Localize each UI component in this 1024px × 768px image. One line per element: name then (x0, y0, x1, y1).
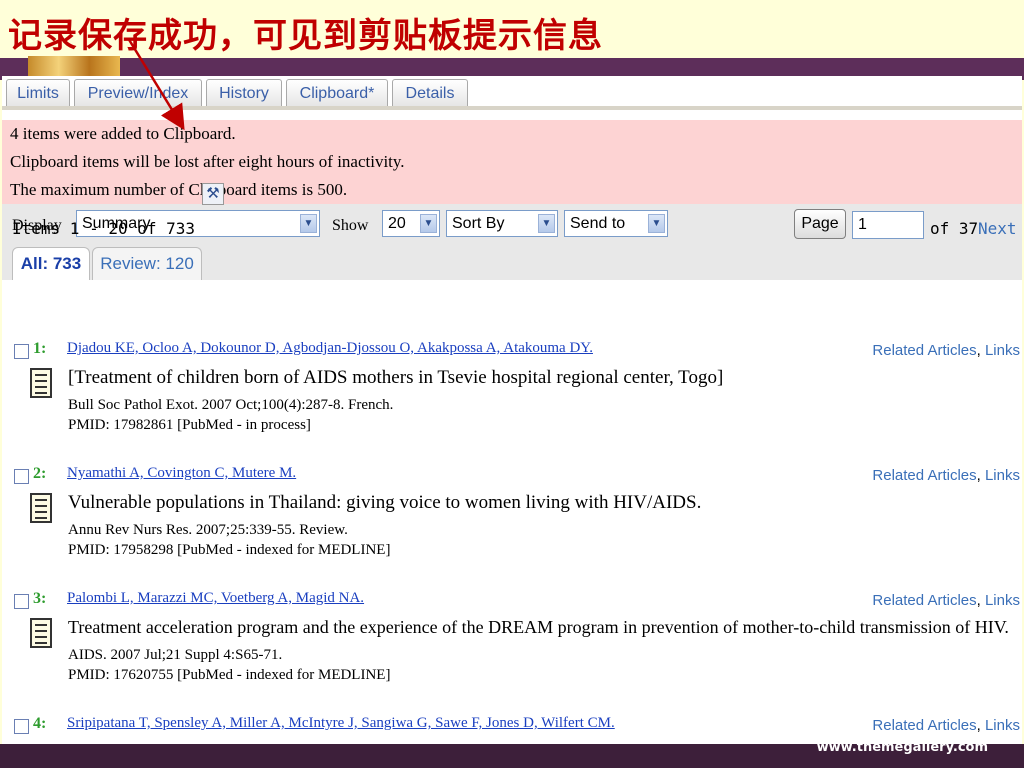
sort-by-select[interactable]: Sort By ▼ (446, 210, 558, 237)
record-related-links: Related Articles, Links (872, 342, 1020, 359)
record-pmid: PMID: 17982861 [PubMed - in process] (68, 417, 311, 433)
result-record: 3: Palombi L, Marazzi MC, Voetberg A, Ma… (0, 584, 1020, 709)
record-title: Vulnerable populations in Thailand: givi… (68, 492, 702, 513)
message-line: The maximum number of Clipboard items is… (10, 180, 348, 199)
tab-details[interactable]: Details (392, 79, 468, 106)
separator: , (976, 342, 981, 359)
links-link[interactable]: Links (985, 717, 1020, 734)
clipboard-message: 4 items were added to Clipboard. Clipboa… (2, 120, 1022, 204)
record-journal: Bull Soc Pathol Exot. 2007 Oct;100(4):28… (68, 397, 394, 413)
tab-preview-index[interactable]: Preview/Index (74, 79, 202, 106)
show-label: Show (332, 217, 369, 234)
record-authors-link[interactable]: Palombi L, Marazzi MC, Voetberg A, Magid… (67, 590, 364, 607)
record-pmid: PMID: 17958298 [PubMed - indexed for MED… (68, 542, 391, 558)
chevron-down-icon: ▼ (300, 214, 317, 233)
document-icon[interactable] (30, 368, 52, 398)
related-articles-link[interactable]: Related Articles (872, 467, 976, 484)
result-subtabs: All: 733 Review: 120 (2, 242, 1022, 280)
related-articles-link[interactable]: Related Articles (872, 592, 976, 609)
document-icon[interactable] (30, 493, 52, 523)
next-page-link[interactable]: Next (978, 219, 1017, 238)
record-authors-link[interactable]: Nyamathi A, Covington C, Mutere M. (67, 465, 296, 482)
record-related-links: Related Articles, Links (872, 717, 1020, 734)
message-line: Clipboard items will be lost after eight… (10, 152, 405, 171)
record-checkbox[interactable] (14, 719, 29, 734)
send-to-select[interactable]: Send to ▼ (564, 210, 668, 237)
links-link[interactable]: Links (985, 467, 1020, 484)
record-number: 2: (33, 465, 47, 482)
related-articles-link[interactable]: Related Articles (872, 717, 976, 734)
record-related-links: Related Articles, Links (872, 592, 1020, 609)
tab-limits[interactable]: Limits (6, 79, 70, 106)
record-number: 4: (33, 715, 47, 732)
tab-clipboard[interactable]: Clipboard* (286, 79, 388, 106)
links-link[interactable]: Links (985, 592, 1020, 609)
page-button[interactable]: Page (794, 209, 846, 239)
record-journal: Annu Rev Nurs Res. 2007;25:339-55. Revie… (68, 522, 348, 538)
tools-icon[interactable]: ⚒ (202, 183, 224, 205)
page-total: of 37 (930, 219, 979, 238)
related-articles-link[interactable]: Related Articles (872, 342, 976, 359)
separator: , (976, 717, 981, 734)
links-link[interactable]: Links (985, 342, 1020, 359)
record-pmid: PMID: 17620755 [PubMed - indexed for MED… (68, 667, 391, 683)
record-journal: AIDS. 2007 Jul;21 Suppl 4:S65-71. (68, 647, 283, 663)
slide-title: 记录保存成功，可见到剪贴板提示信息 (8, 16, 603, 56)
record-title: [Treatment of children born of AIDS moth… (68, 367, 724, 388)
chevron-down-icon: ▼ (538, 214, 555, 233)
record-related-links: Related Articles, Links (872, 467, 1020, 484)
record-title: Treatment acceleration program and the e… (68, 617, 1009, 637)
chevron-down-icon: ▼ (648, 214, 665, 233)
show-select-value: 20 (388, 215, 406, 232)
result-record: 4: Sripipatana T, Spensley A, Miller A, … (0, 709, 1020, 744)
tab-all[interactable]: All: 733 (12, 247, 90, 280)
record-number: 1: (33, 340, 47, 357)
items-count: Items 1 - 20 of 733 (12, 219, 196, 238)
chevron-down-icon: ▼ (420, 214, 437, 233)
document-icon[interactable] (30, 618, 52, 648)
show-select[interactable]: 20 ▼ (382, 210, 440, 237)
send-to-select-value: Send to (570, 215, 626, 232)
record-checkbox[interactable] (14, 344, 29, 359)
result-record: 2: Nyamathi A, Covington C, Mutere M. Re… (0, 459, 1020, 584)
record-authors-link[interactable]: Djadou KE, Ocloo A, Dokounor D, Agbodjan… (67, 340, 593, 357)
record-number: 3: (33, 590, 47, 607)
message-line: 4 items were added to Clipboard. (10, 124, 236, 143)
footer-url: www.themegallery.com (816, 740, 988, 755)
record-checkbox[interactable] (14, 594, 29, 609)
result-record: 1: Djadou KE, Ocloo A, Dokounor D, Agbod… (0, 334, 1020, 459)
tab-bar-underline (2, 106, 1022, 110)
tab-review[interactable]: Review: 120 (92, 247, 202, 280)
record-authors-link[interactable]: Sripipatana T, Spensley A, Miller A, McI… (67, 715, 615, 732)
record-checkbox[interactable] (14, 469, 29, 484)
separator: , (976, 467, 981, 484)
sort-by-select-value: Sort By (452, 215, 505, 232)
tab-history[interactable]: History (206, 79, 282, 106)
page-number-input[interactable]: 1 (852, 211, 924, 239)
separator: , (976, 592, 981, 609)
tab-bar: Limits Preview/Index History Clipboard* … (2, 76, 1022, 110)
